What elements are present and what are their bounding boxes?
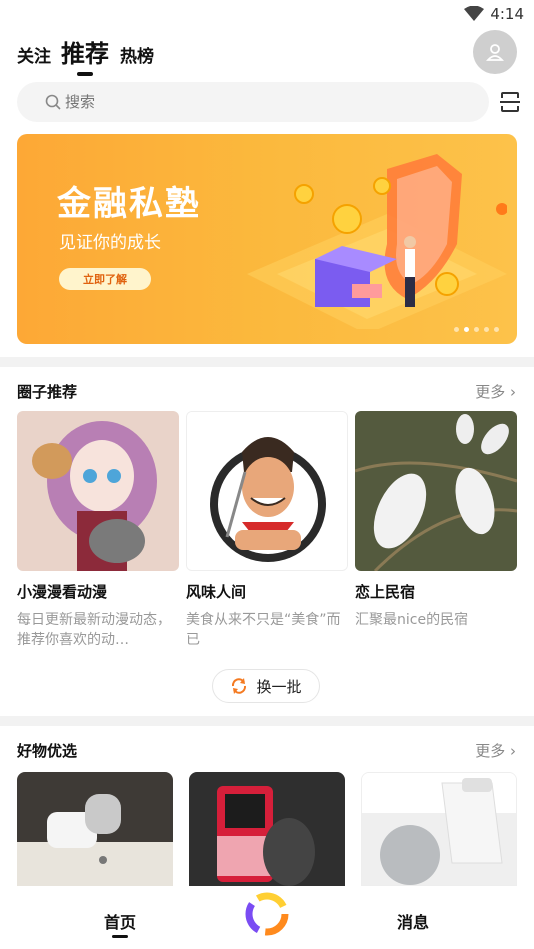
goods-item-appliance[interactable]	[361, 772, 517, 886]
nav-home[interactable]: 首页	[104, 909, 136, 933]
more-label: 更多	[475, 383, 506, 401]
refresh-icon	[232, 678, 247, 694]
pager-dot[interactable]	[494, 327, 499, 332]
circle-desc: 汇聚最nice的民宿	[355, 612, 469, 628]
circles-more-link[interactable]: 更多 ›	[475, 381, 516, 402]
goods-item-gameboy[interactable]	[189, 772, 345, 886]
circle-card[interactable]: 小漫漫看动漫 每日更新最新动漫动态，推荐你喜欢的动…	[17, 411, 179, 650]
circle-card[interactable]: 恋上民宿 汇聚最nice的民宿	[355, 411, 517, 630]
banner-illustration	[247, 154, 507, 329]
wifi-icon	[464, 5, 484, 26]
refresh-button[interactable]: 换一批	[212, 669, 320, 703]
circle-title: 恋上民宿	[355, 583, 416, 601]
pager-dot-active[interactable]	[464, 327, 469, 332]
scan-icon[interactable]	[500, 91, 520, 117]
pager-dot[interactable]	[474, 327, 479, 332]
pager-dot[interactable]	[484, 327, 489, 332]
circle-title: 风味人间	[186, 583, 247, 601]
circle-image-homestay	[355, 411, 517, 571]
bottom-nav: 首页 消息	[0, 891, 534, 949]
banner-learn-more-button[interactable]: 立即了解	[59, 268, 151, 290]
publish-button[interactable]	[244, 891, 290, 937]
section-divider	[0, 357, 534, 367]
search-row	[0, 82, 534, 122]
tab-follow[interactable]: 关注	[17, 42, 51, 67]
circle-desc: 每日更新最新动漫动态，推荐你喜欢的动…	[17, 612, 171, 648]
more-label: 更多	[475, 742, 506, 760]
ring-logo-icon	[245, 892, 289, 936]
refresh-label: 换一批	[256, 677, 302, 696]
circle-title: 小漫漫看动漫	[17, 583, 108, 601]
goods-item-earbuds[interactable]	[17, 772, 173, 886]
section-divider	[0, 716, 534, 726]
goods-more-link[interactable]: 更多 ›	[475, 740, 516, 761]
promo-banner[interactable]: 金融私塾 见证你的成长 立即了解	[17, 134, 517, 344]
circle-image-food	[186, 411, 348, 571]
chevron-right-icon: ›	[510, 742, 516, 760]
banner-subtitle: 见证你的成长	[59, 233, 161, 253]
tab-recommend[interactable]: 推荐	[61, 34, 109, 69]
avatar[interactable]	[473, 30, 517, 74]
banner-title: 金融私塾	[57, 184, 201, 224]
tab-indicator	[77, 72, 93, 76]
tab-hot[interactable]: 热榜	[120, 42, 154, 67]
pager-dot[interactable]	[454, 327, 459, 332]
circles-section-title: 圈子推荐	[17, 383, 78, 401]
circle-desc: 美食从来不只是“美食”而已	[186, 612, 341, 648]
clock: 4:14	[490, 5, 524, 23]
nav-messages[interactable]: 消息	[397, 909, 429, 933]
search-input[interactable]	[65, 93, 445, 111]
banner-pager	[454, 327, 499, 332]
status-bar: 4:14	[0, 0, 534, 28]
user-icon	[486, 44, 504, 61]
top-nav: 关注 推荐 热榜	[0, 30, 534, 78]
nav-home-indicator	[112, 935, 128, 938]
goods-section-title: 好物优选	[17, 742, 78, 760]
chevron-right-icon: ›	[510, 383, 516, 401]
circle-card[interactable]: 风味人间 美食从来不只是“美食”而已	[186, 411, 348, 650]
search-box[interactable]	[17, 82, 489, 122]
search-icon	[45, 94, 61, 110]
circle-image-anime	[17, 411, 179, 571]
